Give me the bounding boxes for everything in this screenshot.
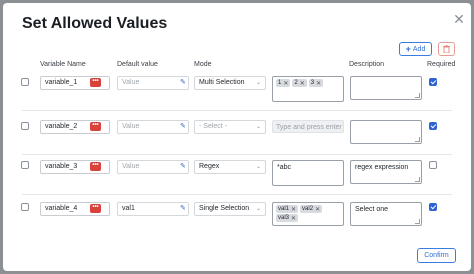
description-input[interactable] — [350, 120, 422, 144]
chevron-down-icon: ⌄ — [255, 164, 261, 170]
add-button[interactable]: + Add — [399, 42, 432, 56]
plus-icon: + — [405, 43, 411, 54]
required-checkbox[interactable] — [429, 203, 437, 211]
value-chip: 1 ✕ — [276, 79, 291, 87]
trash-icon — [443, 45, 450, 53]
mode-select-value: Multi Selection — [199, 79, 245, 86]
add-button-label: Add — [412, 45, 426, 53]
value-chip: 3 ✕ — [308, 79, 324, 87]
close-icon[interactable]: ✕ — [453, 12, 465, 26]
mode-select-placeholder: - Select - — [199, 123, 228, 130]
description-input[interactable]: regex expression — [350, 160, 422, 184]
variable-icon[interactable]: ••• — [90, 122, 101, 131]
chevron-down-icon: ⌄ — [255, 206, 261, 212]
default-value-input[interactable]: val1 — [117, 202, 189, 216]
column-header-variable-name: Variable Name — [40, 61, 86, 68]
description-input[interactable]: Select one — [350, 202, 422, 226]
remove-chip-icon[interactable]: ✕ — [300, 80, 305, 87]
pin-icon[interactable]: ✎ — [180, 205, 186, 213]
column-header-mode: Mode — [194, 61, 212, 68]
variable-icon[interactable]: ••• — [90, 162, 101, 171]
remove-chip-icon[interactable]: ✕ — [291, 206, 296, 213]
mode-select-value: Regex — [199, 163, 220, 170]
allowed-values-input[interactable]: 1 ✕ 2 ✕ 3 ✕ — [272, 76, 344, 102]
row-divider — [22, 154, 452, 155]
required-checkbox[interactable] — [429, 161, 437, 169]
column-header-description: Description — [349, 61, 385, 68]
mode-select-value: Single Selection — [199, 205, 250, 212]
delete-button[interactable] — [438, 42, 455, 56]
regex-input[interactable]: *abc — [272, 160, 344, 186]
mode-select[interactable]: Regex ⌄ — [194, 160, 266, 174]
value-chip: val1 ✕ — [276, 205, 299, 213]
allowed-values-input[interactable]: Type and press enter b — [272, 120, 344, 133]
pin-icon[interactable]: ✎ — [180, 79, 186, 87]
column-header-default-value: Default value — [117, 61, 158, 68]
row-divider — [22, 110, 452, 111]
default-value-input[interactable]: Value — [117, 120, 189, 134]
description-input[interactable] — [350, 76, 422, 100]
column-header-required: Required — [427, 61, 456, 68]
mode-select[interactable]: Multi Selection ⌄ — [194, 76, 266, 90]
row-select-checkbox[interactable] — [21, 78, 29, 86]
pin-icon[interactable]: ✎ — [180, 163, 186, 171]
set-allowed-values-dialog: Set Allowed Values ✕ + Add Variable Name… — [3, 3, 471, 271]
confirm-button[interactable]: Confirm — [417, 248, 456, 263]
remove-chip-icon[interactable]: ✕ — [291, 215, 296, 222]
mode-select[interactable]: - Select - ⌄ — [194, 120, 266, 134]
value-chip: val2 ✕ — [300, 205, 323, 213]
variable-icon[interactable]: ••• — [90, 78, 101, 87]
chevron-down-icon: ⌄ — [255, 80, 261, 86]
pin-icon[interactable]: ✎ — [180, 123, 186, 131]
required-checkbox[interactable] — [429, 78, 437, 86]
allowed-values-input[interactable]: val1 ✕ val2 ✕ val3 ✕ — [272, 202, 344, 226]
remove-chip-icon[interactable]: ✕ — [315, 206, 320, 213]
mode-select[interactable]: Single Selection ⌄ — [194, 202, 266, 216]
dialog-title: Set Allowed Values — [22, 15, 168, 32]
value-chip: val3 ✕ — [276, 214, 299, 222]
default-value-input[interactable]: Value — [117, 76, 189, 90]
row-divider — [22, 194, 452, 195]
required-checkbox[interactable] — [429, 122, 437, 130]
chevron-down-icon: ⌄ — [255, 124, 261, 130]
value-chip: 2 ✕ — [292, 79, 307, 87]
row-select-checkbox[interactable] — [21, 161, 29, 169]
default-value-input[interactable]: Value — [117, 160, 189, 174]
row-select-checkbox[interactable] — [21, 122, 29, 130]
remove-chip-icon[interactable]: ✕ — [283, 80, 288, 87]
remove-chip-icon[interactable]: ✕ — [316, 80, 321, 87]
variable-icon[interactable]: ••• — [90, 204, 101, 213]
row-select-checkbox[interactable] — [21, 203, 29, 211]
